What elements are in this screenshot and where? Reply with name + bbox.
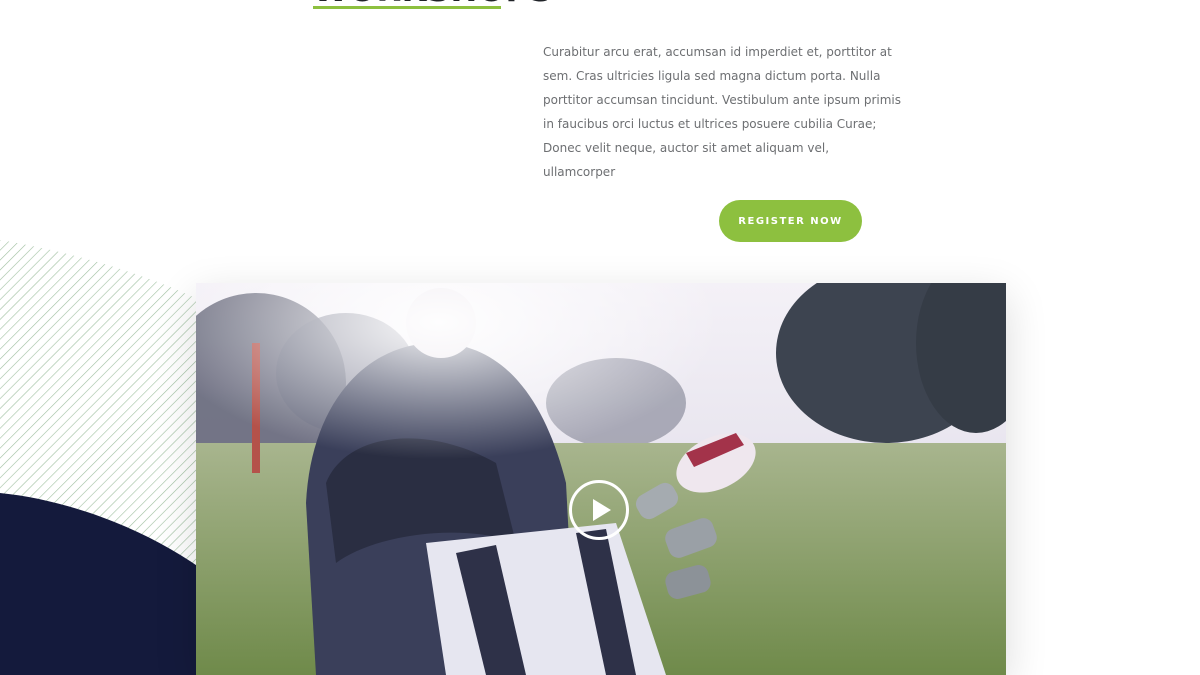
play-button[interactable] (569, 480, 629, 540)
video-thumbnail[interactable] (196, 283, 1006, 675)
play-icon (592, 499, 611, 521)
section-body-text: Curabitur arcu erat, accumsan id imperdi… (543, 45, 901, 179)
golfer-photo (196, 283, 1006, 675)
register-now-button[interactable]: REGISTER NOW (719, 200, 862, 242)
heading-underline (313, 6, 501, 9)
